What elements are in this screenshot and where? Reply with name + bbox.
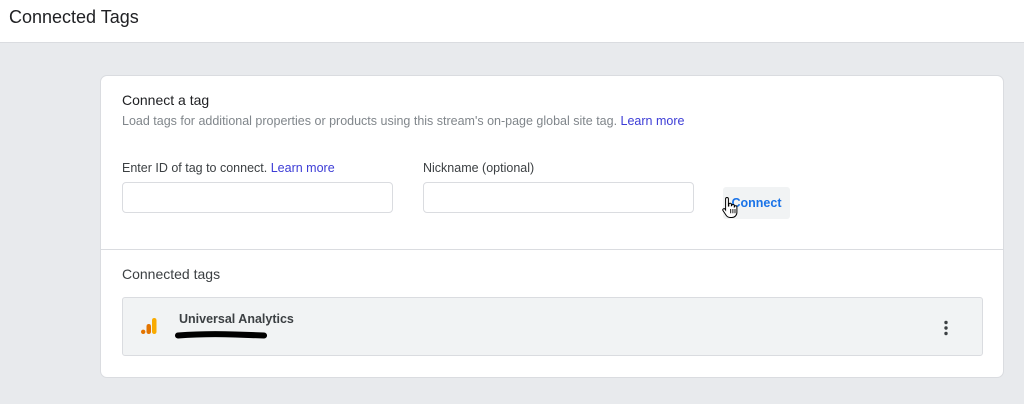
page-title: Connected Tags <box>9 7 139 27</box>
tag-id-label: Enter ID of tag to connect. Learn more <box>122 161 335 175</box>
more-vert-icon[interactable] <box>941 320 951 336</box>
connect-tag-title: Connect a tag <box>122 92 210 108</box>
nickname-label: Nickname (optional) <box>423 161 535 175</box>
tag-id-input[interactable] <box>122 182 393 213</box>
top-bar: Connected Tags <box>0 0 1024 43</box>
connect-tag-card: Connect a tag Load tags for additional p… <box>100 75 1004 378</box>
analytics-icon <box>141 318 157 334</box>
connect-tag-description: Load tags for additional properties or p… <box>122 114 684 128</box>
learn-more-link[interactable]: Learn more <box>621 114 685 128</box>
description-text: Load tags for additional properties or p… <box>122 114 618 128</box>
tag-name: Universal Analytics <box>179 312 294 326</box>
tag-id-label-text: Enter ID of tag to connect. <box>122 161 268 175</box>
connected-tag-row[interactable]: Universal Analytics <box>122 297 983 356</box>
redaction-mark <box>175 331 267 339</box>
tag-id-learn-more-link[interactable]: Learn more <box>271 161 335 175</box>
connected-tags-title: Connected tags <box>122 266 221 282</box>
hand-cursor-icon <box>722 196 738 218</box>
nickname-input[interactable] <box>423 182 694 213</box>
section-divider <box>101 249 1003 250</box>
